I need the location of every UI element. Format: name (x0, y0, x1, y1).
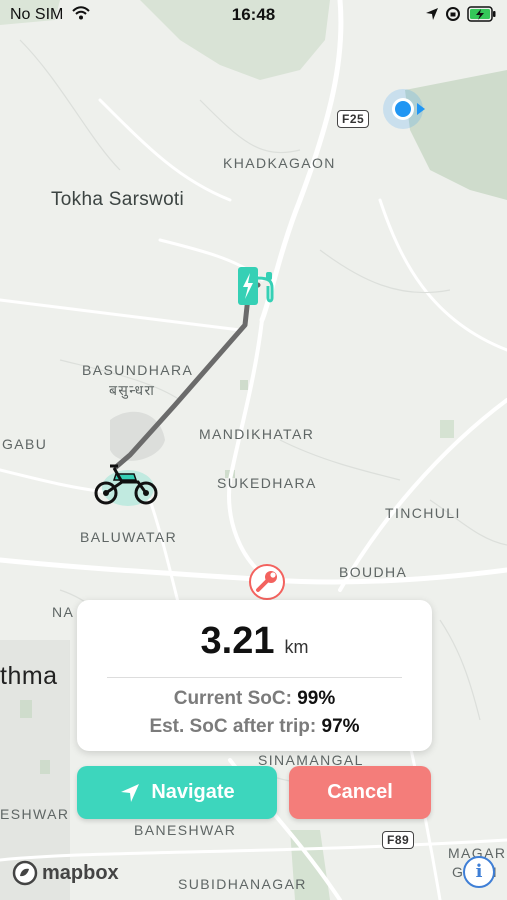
mapbox-logo-icon (12, 860, 38, 886)
battery-charging-icon (467, 6, 496, 22)
info-button[interactable]: i (463, 856, 495, 888)
rotation-lock-icon (446, 7, 460, 21)
current-soc-value: 99% (297, 688, 336, 709)
status-bar: No SIM 16:48 (0, 0, 507, 32)
current-soc-row: Current SoC: 99% (77, 688, 432, 710)
service-wrench-icon[interactable] (248, 563, 286, 601)
scooter-icon[interactable] (92, 460, 160, 506)
navigation-arrow-icon (121, 783, 140, 802)
charging-station-icon[interactable] (236, 264, 280, 310)
trip-distance: 3.21 km (77, 620, 432, 663)
current-soc-label: Current SoC: (173, 688, 292, 709)
map-label-tokha: Tokha Sarswoti (51, 189, 185, 210)
status-right-icons (425, 6, 497, 22)
mapbox-wordmark: mapbox (42, 861, 119, 884)
map-label-mandikhatar: MANDIKHATAR (199, 426, 315, 442)
est-soc-value: 97% (321, 716, 360, 737)
road-shield-f25: F25 (337, 110, 370, 128)
distance-value: 3.21 (200, 620, 275, 662)
est-soc-label: Est. SoC after trip: (149, 716, 317, 737)
road-shield-f89: F89 (382, 831, 415, 849)
map-label-boudha: BOUDHA (339, 564, 408, 580)
map-label-eshwar: ESHWAR (0, 806, 70, 822)
map-label-baneshwar: BANESHWAR (134, 822, 237, 838)
est-soc-row: Est. SoC after trip: 97% (77, 716, 432, 738)
card-divider (107, 677, 402, 678)
map-label-basundhara: BASUNDHARA (82, 362, 194, 378)
map-label-baluwatar: BALUWATAR (80, 529, 178, 545)
map-label-sukedhara: SUKEDHARA (217, 475, 317, 491)
cancel-button-label: Cancel (327, 781, 393, 803)
user-location-icon (383, 89, 425, 129)
map-label-na: NA (52, 604, 75, 620)
cancel-button[interactable]: Cancel (289, 766, 431, 819)
map-label-subidhanagar: SUBIDHANAGAR (178, 876, 307, 892)
navigate-button-label: Navigate (151, 781, 235, 803)
location-arrow-icon (426, 8, 438, 20)
map-label-basundhara-local: बसुन्धरा (109, 382, 156, 398)
navigate-button[interactable]: Navigate (77, 766, 277, 819)
map-label-khadkagaon: KHADKAGAON (223, 155, 336, 171)
map-label-gabu: GABU (2, 436, 48, 452)
map-view[interactable] (0, 0, 507, 900)
map-label-thma: thma (0, 662, 58, 690)
map-label-tinchuli: TINCHULI (385, 505, 461, 521)
trip-summary-card: 3.21 km Current SoC: 99% Est. SoC after t… (77, 600, 432, 751)
distance-unit: km (284, 637, 309, 657)
mapbox-logo[interactable]: mapbox (12, 860, 119, 886)
